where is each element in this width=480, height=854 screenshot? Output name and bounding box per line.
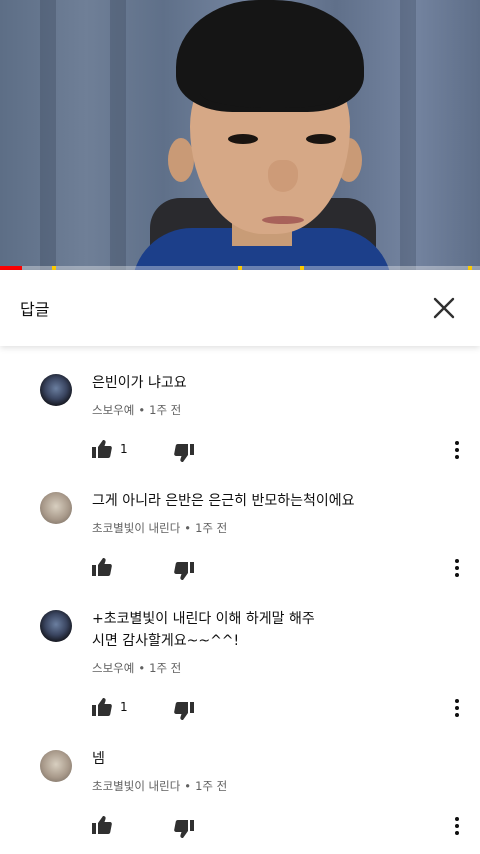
comment-time: 1주 전 xyxy=(149,661,182,675)
video-player[interactable] xyxy=(0,0,480,270)
video-eye xyxy=(306,134,336,144)
replies-title: 답글 xyxy=(20,300,50,319)
comment-text: +초코별빛이 내린다 이해 하게말 해주 시면 감사할게요~~^^! xyxy=(92,611,315,649)
comment-author[interactable]: 초코별빛이 내린다 xyxy=(92,779,180,793)
comment-text: 은빈이가 냐고요 xyxy=(92,375,187,391)
avatar[interactable] xyxy=(40,492,72,524)
comment-text: 그게 아니라 은반은 은근히 반모하는척이에요 xyxy=(92,493,355,509)
comment-time: 1주 전 xyxy=(149,403,182,417)
comment-text: 넴 xyxy=(92,751,105,767)
thumbs-down-icon[interactable] xyxy=(174,820,194,842)
comment-meta: 스보우예 • 1주 전 xyxy=(92,403,182,417)
comment-author[interactable]: 스보우예 xyxy=(92,403,134,417)
more-vert-icon[interactable] xyxy=(450,699,464,719)
replies-header: 답글 xyxy=(0,270,480,346)
thumbs-down-icon[interactable] xyxy=(174,702,194,724)
avatar[interactable] xyxy=(40,750,72,782)
more-vert-icon[interactable] xyxy=(450,559,464,579)
thumbs-down-icon[interactable] xyxy=(174,562,194,584)
comment-meta: 초코별빛이 내린다 • 1주 전 xyxy=(92,779,228,793)
curtain-fold xyxy=(400,0,416,270)
thumbs-up-icon[interactable] xyxy=(92,698,112,720)
comment-meta: 초코별빛이 내린다 • 1주 전 xyxy=(92,521,228,535)
more-vert-icon[interactable] xyxy=(450,817,464,837)
comment-time: 1주 전 xyxy=(195,779,228,793)
thumbs-up-icon[interactable] xyxy=(92,816,112,838)
curtain-fold xyxy=(110,0,126,270)
comment-list: 은빈이가 냐고요 스보우예 • 1주 전 1 그게 아니라 은반은 은근히 반모하는… xyxy=(0,346,480,854)
close-icon[interactable] xyxy=(428,292,460,324)
comment-author[interactable]: 초코별빛이 내린다 xyxy=(92,521,180,535)
like-count: 1 xyxy=(120,442,128,456)
more-vert-icon[interactable] xyxy=(450,441,464,461)
comment-time: 1주 전 xyxy=(195,521,228,535)
video-eye xyxy=(228,134,258,144)
video-hair-fringe xyxy=(200,78,340,108)
comment-author[interactable]: 스보우예 xyxy=(92,661,134,675)
video-nose xyxy=(268,160,298,192)
thumbs-up-icon[interactable] xyxy=(92,558,112,580)
video-mouth xyxy=(262,216,304,224)
thumbs-up-icon[interactable] xyxy=(92,440,112,462)
thumbs-down-icon[interactable] xyxy=(174,444,194,466)
avatar[interactable] xyxy=(40,610,72,642)
avatar[interactable] xyxy=(40,374,72,406)
like-count: 1 xyxy=(120,700,128,714)
curtain-fold xyxy=(40,0,56,270)
comment-meta: 스보우예 • 1주 전 xyxy=(92,661,182,675)
